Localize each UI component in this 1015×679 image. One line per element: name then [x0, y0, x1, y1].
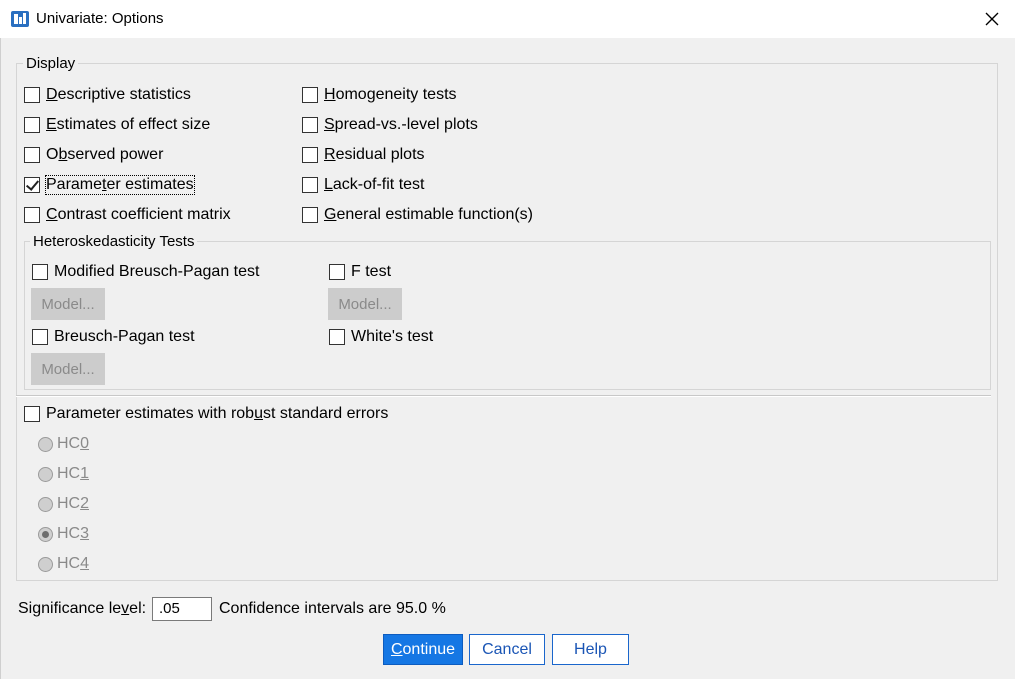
hc4-radio: HC4: [38, 553, 89, 575]
checkbox-box[interactable]: [24, 117, 40, 133]
checkbox-box[interactable]: [302, 117, 318, 133]
checkbox-box[interactable]: [329, 329, 345, 345]
checkbox-box[interactable]: [302, 147, 318, 163]
checkbox-box[interactable]: [32, 264, 48, 280]
general-estimable-function-checkbox[interactable]: General estimable function(s): [302, 204, 533, 226]
continue-button[interactable]: Continue: [383, 634, 463, 665]
homogeneity-tests-checkbox[interactable]: Homogeneity tests: [302, 84, 457, 106]
hc0-radio: HC0: [38, 433, 89, 455]
spss-app-icon: [10, 9, 30, 29]
observed-power-checkbox[interactable]: Observed power: [24, 144, 163, 166]
significance-level-input[interactable]: .05: [152, 597, 212, 621]
spread-vs-level-plots-checkbox[interactable]: Spread-vs.-level plots: [302, 114, 478, 136]
bp-model-button: Model...: [31, 353, 105, 385]
breusch-pagan-checkbox[interactable]: Breusch-Pagan test: [32, 326, 195, 348]
lack-of-fit-test-checkbox[interactable]: Lack-of-fit test: [302, 174, 424, 196]
heteroskedasticity-legend: Heteroskedasticity Tests: [30, 233, 198, 250]
close-icon: [985, 12, 999, 26]
radio-circle: [38, 436, 53, 452]
significance-level-label: Significance level:: [18, 600, 147, 617]
effect-size-checkbox[interactable]: Estimates of effect size: [24, 114, 210, 136]
help-button[interactable]: Help: [552, 634, 629, 665]
modified-bp-model-button: Model...: [31, 288, 105, 320]
title-bar: Univariate: Options: [0, 0, 1015, 38]
checkbox-box[interactable]: [24, 87, 40, 103]
contrast-coefficient-matrix-checkbox[interactable]: Contrast coefficient matrix: [24, 204, 231, 226]
checkbox-box[interactable]: [32, 329, 48, 345]
window-border: [0, 38, 1, 679]
hc2-radio: HC2: [38, 493, 89, 515]
robust-standard-errors-checkbox[interactable]: Parameter estimates with robust standard…: [24, 403, 388, 425]
f-test-checkbox[interactable]: F test: [329, 261, 391, 283]
checkbox-box[interactable]: [302, 87, 318, 103]
checkbox-box-checked[interactable]: [24, 177, 40, 193]
display-legend: Display: [23, 55, 79, 72]
checkbox-box[interactable]: [302, 177, 318, 193]
checkbox-box[interactable]: [24, 406, 40, 422]
checkbox-box[interactable]: [302, 207, 318, 223]
checkbox-box[interactable]: [24, 207, 40, 223]
checkbox-box[interactable]: [24, 147, 40, 163]
hc1-radio: HC1: [38, 463, 89, 485]
residual-plots-checkbox[interactable]: Residual plots: [302, 144, 425, 166]
hc3-radio: HC3: [38, 523, 89, 545]
whites-test-checkbox[interactable]: White's test: [329, 326, 433, 348]
cancel-button[interactable]: Cancel: [469, 634, 545, 665]
radio-circle: [38, 556, 53, 572]
window-title: Univariate: Options: [36, 10, 164, 27]
f-test-model-button: Model...: [328, 288, 402, 320]
modified-breusch-pagan-checkbox[interactable]: Modified Breusch-Pagan test: [32, 261, 259, 283]
checkbox-box[interactable]: [329, 264, 345, 280]
radio-circle: [38, 496, 53, 512]
radio-circle-selected: [38, 526, 53, 542]
descriptive-statistics-checkbox[interactable]: Descriptive statistics: [24, 84, 191, 106]
radio-circle: [38, 466, 53, 482]
parameter-estimates-checkbox[interactable]: Parameter estimates: [24, 174, 195, 196]
close-button[interactable]: [969, 0, 1015, 38]
separator: [16, 395, 991, 397]
confidence-intervals-text: Confidence intervals are 95.0 %: [219, 600, 446, 617]
